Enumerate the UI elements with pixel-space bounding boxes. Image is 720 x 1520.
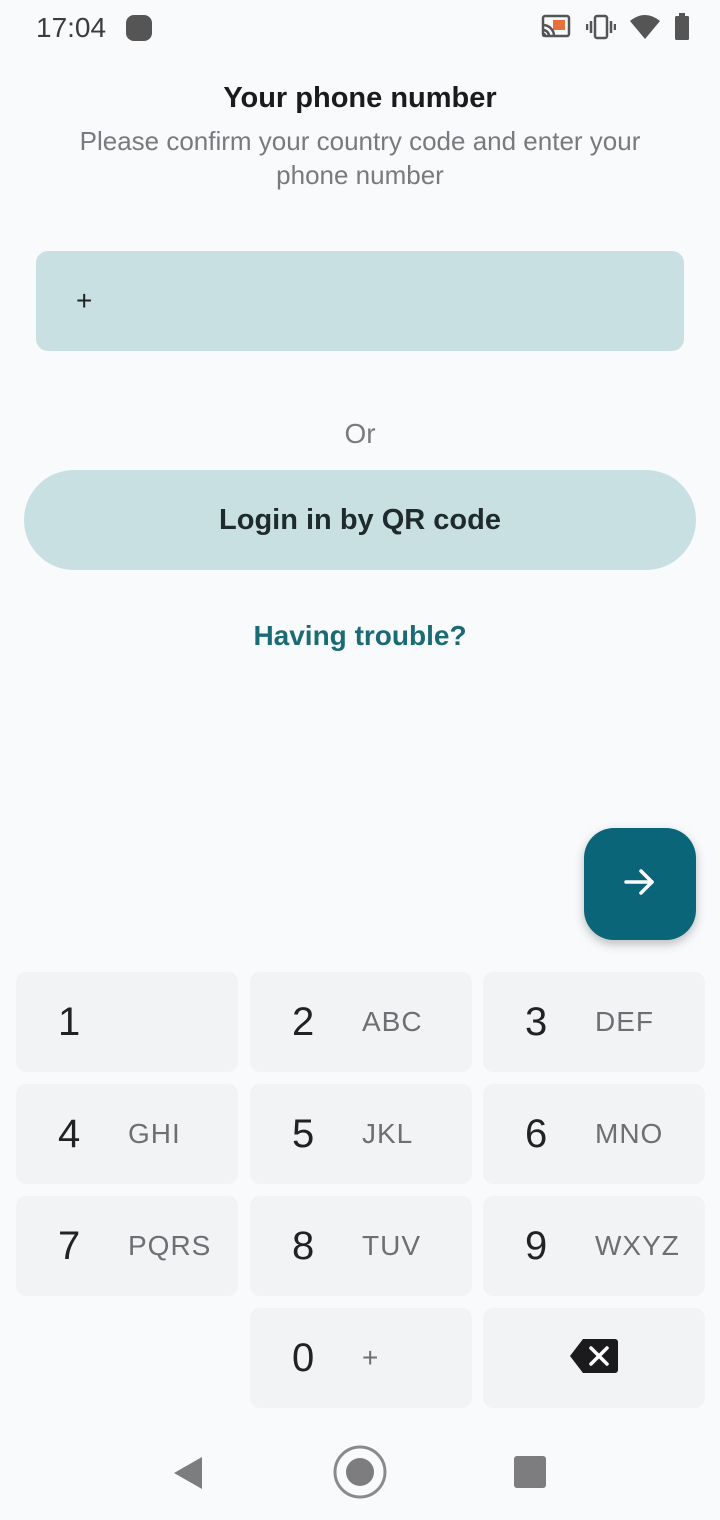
notification-icon bbox=[126, 15, 152, 41]
key-digit: 7 bbox=[58, 1224, 81, 1268]
or-divider-text: Or bbox=[344, 418, 376, 449]
system-navigation-bar bbox=[0, 1420, 720, 1520]
key-9[interactable]: 9 WXYZ bbox=[483, 1196, 705, 1296]
arrow-right-icon bbox=[620, 862, 660, 907]
having-trouble-link[interactable]: Having trouble? bbox=[0, 620, 720, 652]
home-icon[interactable] bbox=[332, 1444, 388, 1505]
key-digit: 6 bbox=[525, 1112, 548, 1156]
phone-number-field[interactable]: + bbox=[36, 251, 684, 351]
next-button[interactable] bbox=[584, 828, 696, 940]
key-digit: 0 bbox=[292, 1336, 315, 1380]
page-title: Your phone number bbox=[223, 82, 497, 114]
cast-icon bbox=[540, 13, 572, 41]
status-bar: 17:04 bbox=[0, 0, 720, 56]
wifi-icon bbox=[630, 14, 660, 40]
key-letters: TUV bbox=[362, 1230, 421, 1261]
status-icons bbox=[540, 12, 690, 42]
key-1[interactable]: 1 bbox=[16, 972, 238, 1072]
vibrate-icon bbox=[586, 13, 616, 41]
key-digit: 4 bbox=[58, 1112, 81, 1156]
key-digit: 5 bbox=[292, 1112, 315, 1156]
key-letters: PQRS bbox=[128, 1230, 212, 1261]
status-time: 17:04 bbox=[36, 12, 107, 43]
key-letters: DEF bbox=[595, 1006, 654, 1037]
key-letters: MNO bbox=[595, 1118, 664, 1149]
battery-icon bbox=[674, 13, 690, 41]
back-icon[interactable] bbox=[172, 1456, 204, 1495]
key-2[interactable]: 2 ABC bbox=[250, 972, 472, 1072]
key-digit: 3 bbox=[525, 1000, 548, 1044]
backspace-key[interactable] bbox=[483, 1308, 705, 1408]
recent-apps-icon[interactable] bbox=[514, 1456, 546, 1488]
page-subtitle: Please confirm your country code and ent… bbox=[79, 126, 641, 190]
key-letters: + bbox=[362, 1342, 380, 1373]
login-qr-code-button-label: Login in by QR code bbox=[219, 503, 501, 536]
phone-number-input[interactable] bbox=[104, 251, 664, 351]
key-letters: ABC bbox=[362, 1006, 423, 1037]
key-letters: WXYZ bbox=[595, 1230, 680, 1261]
key-8[interactable]: 8 TUV bbox=[250, 1196, 472, 1296]
key-4[interactable]: 4 GHI bbox=[16, 1084, 238, 1184]
key-letters: JKL bbox=[362, 1118, 414, 1149]
key-letters: GHI bbox=[128, 1118, 181, 1149]
login-qr-code-button[interactable]: Login in by QR code bbox=[24, 470, 696, 570]
key-3[interactable]: 3 DEF bbox=[483, 972, 705, 1072]
key-digit: 1 bbox=[58, 1000, 81, 1044]
backspace-icon bbox=[569, 1338, 619, 1379]
key-6[interactable]: 6 MNO bbox=[483, 1084, 705, 1184]
key-digit: 8 bbox=[292, 1224, 315, 1268]
key-0[interactable]: 0 + bbox=[250, 1308, 472, 1408]
country-code-prefix: + bbox=[76, 285, 93, 316]
key-7[interactable]: 7 PQRS bbox=[16, 1196, 238, 1296]
key-5[interactable]: 5 JKL bbox=[250, 1084, 472, 1184]
key-digit: 2 bbox=[292, 1000, 315, 1044]
key-digit: 9 bbox=[525, 1224, 548, 1268]
